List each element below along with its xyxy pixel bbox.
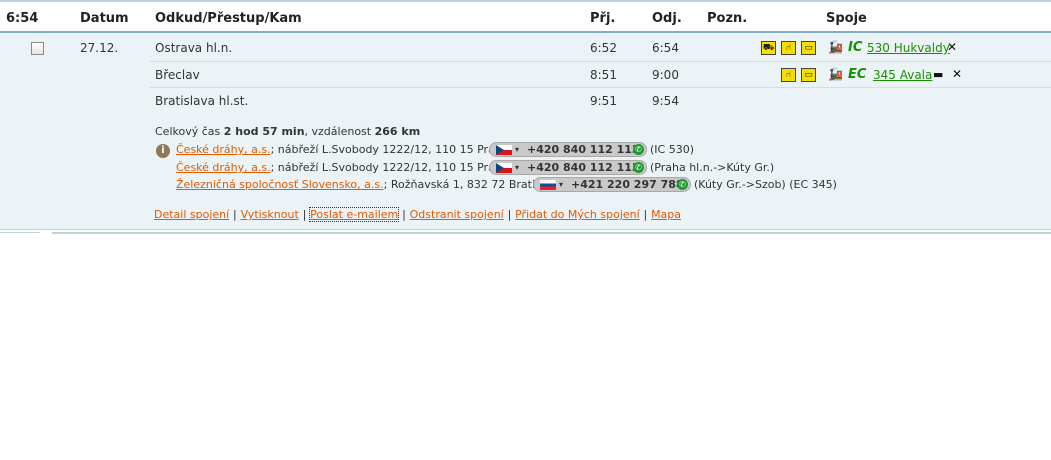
results-header: 6:54 Datum Odkud/Přestup/Kam Přj. Odj. P…	[0, 0, 1051, 33]
phone-button-1[interactable]: ▾ +420 840 112 113 ✆	[489, 142, 647, 157]
bottom-divider	[52, 232, 1051, 234]
trip-summary: Celkový čas 2 hod 57 min, vzdálenost 266…	[155, 125, 420, 138]
header-departure: Odj.	[652, 11, 682, 26]
header-route: Odkud/Přestup/Kam	[155, 11, 302, 26]
email-link[interactable]: Poslat e-mailem	[309, 207, 400, 222]
bed-icon: ▭	[801, 68, 816, 82]
carrier-link-3[interactable]: Železničná spoločnosť Slovensko, a.s.	[176, 178, 384, 191]
phone-number-1: +420 840 112 113	[527, 143, 640, 156]
czech-flag-icon	[496, 163, 512, 173]
station-name-2: Břeclav	[155, 68, 200, 82]
call-icon[interactable]: ✆	[633, 162, 644, 173]
info-icon: i	[156, 144, 170, 158]
separator: |	[402, 208, 406, 221]
departure-time-1: 6:54	[652, 41, 679, 55]
header-note: Pozn.	[707, 11, 748, 26]
print-link[interactable]: Vytisknout	[241, 208, 299, 221]
cart-icon: ⛟	[761, 41, 776, 55]
call-icon[interactable]: ✆	[633, 144, 644, 155]
bottom-divider	[0, 232, 40, 233]
carrier-note-2: (Praha hl.n.->Kúty Gr.)	[650, 161, 775, 174]
arrival-time-2: 8:51	[590, 68, 617, 82]
dropdown-icon: ▾	[559, 180, 564, 189]
train-type-1: IC	[848, 40, 863, 55]
station-name-1: Ostrava hl.n.	[155, 41, 233, 55]
carrier-address-2: ; nábřeží L.Svobody 1222/12, 110 15 Prah…	[270, 161, 523, 174]
row-divider	[150, 87, 1051, 88]
summary-prefix: Celkový čas	[155, 125, 224, 138]
remove-link[interactable]: Odstranit spojení	[410, 208, 504, 221]
header-time: 6:54	[6, 11, 39, 26]
carrier-line-2: České dráhy, a.s.; nábřeží L.Svobody 122…	[176, 161, 523, 174]
call-icon[interactable]: ✆	[677, 179, 688, 190]
select-connection-checkbox[interactable]	[31, 42, 44, 55]
carrier-note-3: (Kúty Gr.->Szob) (EC 345)	[694, 178, 837, 191]
arrival-time-3: 9:51	[590, 94, 617, 108]
row-divider	[150, 61, 1051, 62]
phone-button-3[interactable]: ▾ +421 220 297 788 ✆	[533, 177, 691, 192]
separator: |	[643, 208, 648, 221]
summary-mid: , vzdálenost	[304, 125, 375, 138]
czech-flag-icon	[496, 145, 512, 155]
bed-icon: ▭	[801, 41, 816, 55]
slovak-flag-icon	[540, 180, 556, 190]
header-connections: Spoje	[826, 11, 867, 26]
dropdown-icon: ▾	[515, 145, 520, 154]
station-name-3: Bratislava hl.st.	[155, 94, 249, 108]
train-icon: 🚂	[828, 67, 843, 81]
restaurant-icon: ✕	[947, 40, 958, 54]
map-link[interactable]: Mapa	[651, 208, 681, 221]
seat-icon: ⑁	[781, 41, 796, 55]
train-link-2[interactable]: 345 Avala	[873, 68, 932, 82]
bus-icon: ▬	[933, 68, 944, 81]
train-link-1[interactable]: 530 Hukvaldy	[867, 41, 950, 55]
detail-link[interactable]: Detail spojení	[154, 208, 229, 221]
carrier-line-1: České dráhy, a.s.; nábřeží L.Svobody 122…	[176, 143, 523, 156]
header-arrival: Přj.	[590, 11, 616, 26]
train-icon: 🚂	[828, 40, 843, 54]
summary-distance: 266 km	[374, 125, 421, 138]
train-type-2: EC	[848, 67, 867, 82]
carrier-link-2[interactable]: České dráhy, a.s.	[176, 161, 271, 174]
summary-duration: 2 hod 57 min	[223, 125, 305, 138]
trip-date: 27.12.	[80, 41, 119, 55]
separator: |	[302, 208, 307, 221]
phone-number-3: +421 220 297 788	[571, 178, 684, 191]
carrier-link-1[interactable]: České dráhy, a.s.	[176, 143, 271, 156]
carrier-note-1: (IC 530)	[650, 143, 694, 156]
seat-icon: ⑁	[781, 68, 796, 82]
arrival-time-1: 6:52	[590, 41, 617, 55]
departure-time-2: 9:00	[652, 68, 679, 82]
carrier-address-1: ; nábřeží L.Svobody 1222/12, 110 15 Prah…	[270, 143, 523, 156]
header-date: Datum	[80, 11, 129, 26]
phone-number-2: +420 840 112 113	[527, 161, 640, 174]
departure-time-3: 9:54	[652, 94, 679, 108]
separator: |	[507, 208, 512, 221]
carrier-line-3: Železničná spoločnosť Slovensko, a.s.; R…	[176, 178, 578, 191]
dropdown-icon: ▾	[515, 163, 520, 172]
phone-button-2[interactable]: ▾ +420 840 112 113 ✆	[489, 160, 647, 175]
separator: |	[233, 208, 237, 221]
add-to-my-connections-link[interactable]: Přidat do Mých spojení	[515, 208, 640, 221]
restaurant-icon: ✕	[952, 67, 963, 81]
action-links: Detail spojení | Vytisknout | Poslat e-m…	[154, 207, 681, 222]
